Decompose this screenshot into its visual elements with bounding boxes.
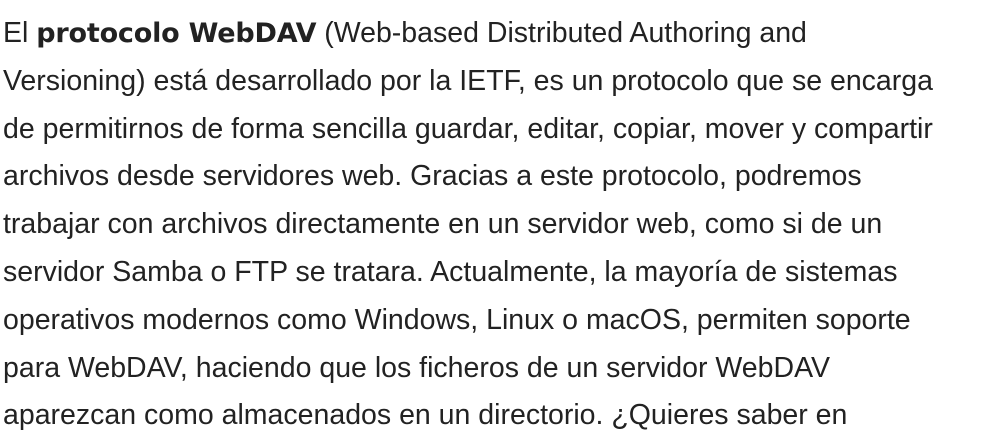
paragraph-line: para WebDAV, haciendo que los ficheros d… bbox=[3, 351, 830, 384]
paragraph-line: servidor Samba o FTP se tratara. Actualm… bbox=[3, 255, 898, 288]
paragraph-line: El protocolo WebDAV (Web-based Distribut… bbox=[3, 10, 1003, 58]
paragraph-line: de permitirnos de forma sencilla guardar… bbox=[3, 112, 933, 145]
line-text: El bbox=[3, 17, 37, 49]
paragraph-line: trabajar con archivos directamente en un… bbox=[3, 208, 883, 241]
paragraph-line: archivos desde servidores web. Gracias a… bbox=[3, 160, 862, 193]
paragraph-line: Versioning) está desarrollado por la IET… bbox=[3, 64, 933, 97]
article-paragraph: El protocolo WebDAV (Web-based Distribut… bbox=[3, 10, 1003, 440]
line-text: (Web-based Distributed Authoring and bbox=[316, 17, 807, 49]
paragraph-line: operativos modernos como Windows, Linux … bbox=[3, 303, 911, 336]
paragraph-line: aparezcan como almacenados en un directo… bbox=[3, 399, 848, 432]
bold-term: protocolo WebDAV bbox=[36, 18, 317, 49]
